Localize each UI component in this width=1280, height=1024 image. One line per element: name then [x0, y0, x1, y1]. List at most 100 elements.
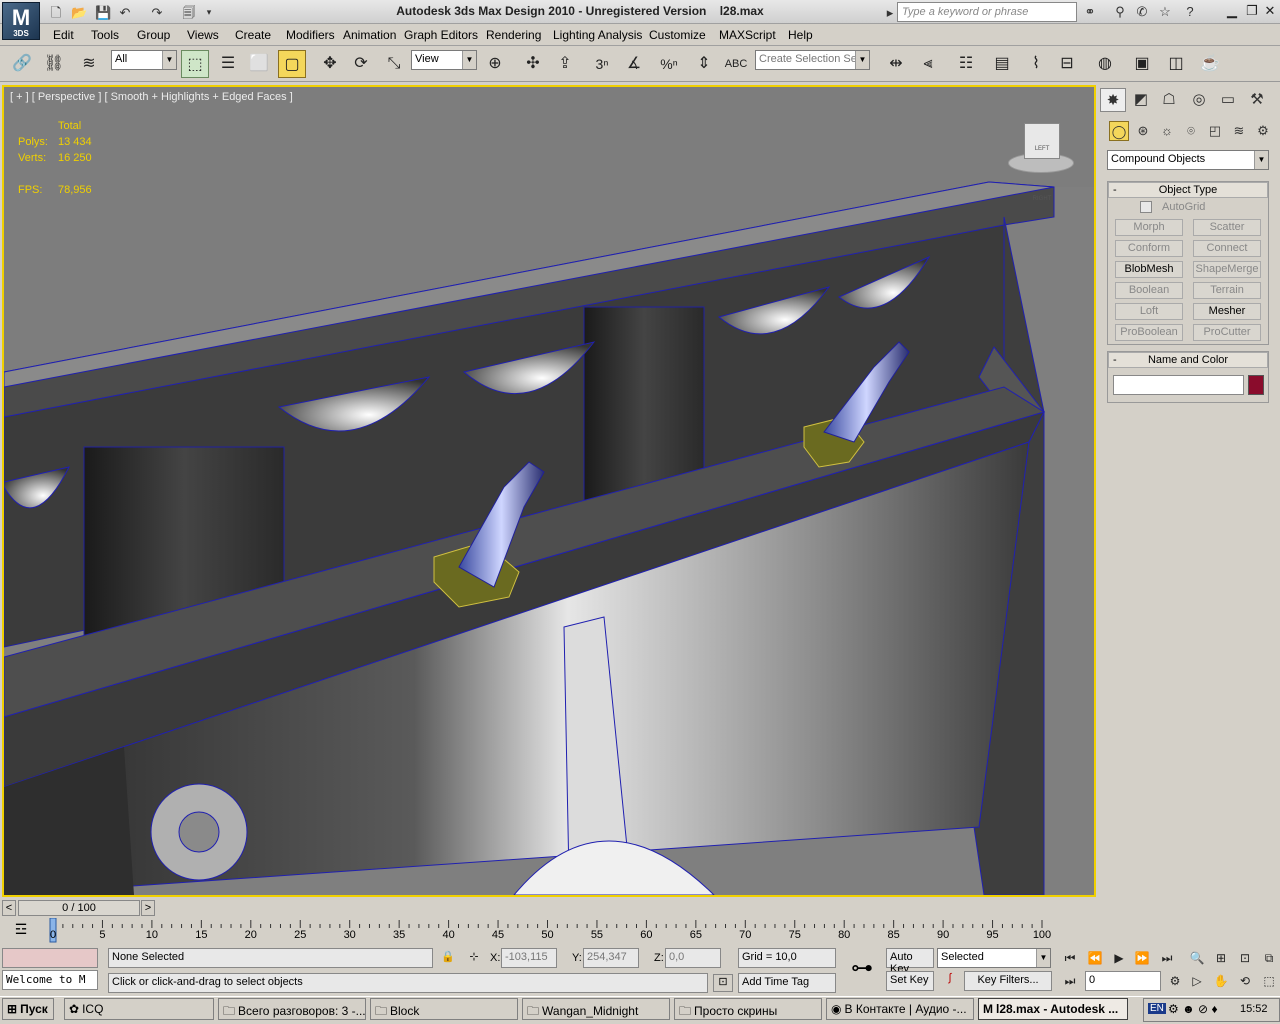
taskbar-item[interactable]: 🗀 Просто скрины	[674, 998, 822, 1020]
object-type-header[interactable]: - Object Type	[1108, 182, 1268, 198]
helpers-icon[interactable]: ◰	[1205, 121, 1225, 141]
key-mode-toggle-icon[interactable]: ⏭	[1059, 971, 1081, 991]
edit-named-selection-icon[interactable]: ABC	[722, 50, 750, 78]
close-icon[interactable]: ✕	[1260, 3, 1280, 21]
perspective-viewport[interactable]: [ + ] [ Perspective ] [ Smooth + Highlig…	[2, 85, 1096, 897]
viewcube[interactable]: LEFT RIGHT	[1006, 119, 1076, 202]
window-crossing-icon[interactable]: ▢	[278, 50, 306, 78]
taskbar-item[interactable]: Ml28.max - Autodesk ...	[978, 998, 1128, 1020]
select-by-name-icon[interactable]: ☰	[214, 50, 242, 78]
systems-icon[interactable]: ⚙	[1253, 121, 1273, 141]
keyboard-shortcut-override-icon[interactable]: ⇪	[551, 50, 579, 78]
undo-icon[interactable]: ↶	[116, 3, 134, 21]
play-icon[interactable]: ▶	[1108, 948, 1130, 968]
render-setup-icon[interactable]: ▣	[1128, 50, 1156, 78]
material-editor-icon[interactable]: ◍	[1091, 50, 1119, 78]
object-type-button-conform[interactable]: Conform	[1115, 240, 1183, 257]
layer-manager-icon[interactable]: ☷	[952, 50, 980, 78]
menu-customize[interactable]: Customize	[649, 28, 706, 42]
menu-tools[interactable]: Tools	[91, 28, 119, 42]
object-type-button-terrain[interactable]: Terrain	[1193, 282, 1261, 299]
binoculars-icon[interactable]: ⚭	[1080, 3, 1100, 21]
align-icon[interactable]: ⫷	[914, 50, 942, 78]
object-type-button-procutter[interactable]: ProCutter	[1193, 324, 1261, 341]
space-warps-icon[interactable]: ≋	[1229, 121, 1249, 141]
menu-help[interactable]: Help	[788, 28, 813, 42]
utilities-tab-icon[interactable]: ⚒	[1244, 88, 1270, 112]
taskbar-item[interactable]: ✿ ICQ	[64, 998, 214, 1020]
angle-snap-icon[interactable]: ∡	[620, 50, 648, 78]
object-color-swatch[interactable]	[1248, 375, 1264, 395]
x-coordinate-field[interactable]: -103,115	[501, 948, 557, 968]
geometry-icon[interactable]: ◯	[1109, 121, 1129, 141]
viewcube-right-face[interactable]: RIGHT	[1033, 196, 1052, 202]
set-key-icon[interactable]: ⊶	[845, 955, 879, 985]
zoom-extents-icon[interactable]: ⊡	[1234, 948, 1256, 968]
rendered-frame-window-icon[interactable]: ◫	[1162, 50, 1190, 78]
prev-key-icon[interactable]: ⏪	[1084, 948, 1106, 968]
help-icon[interactable]: ?	[1180, 3, 1200, 21]
prev-frame-arrow-icon[interactable]: <	[2, 900, 16, 916]
goto-start-icon[interactable]: ⏮	[1059, 948, 1081, 968]
graphite-ribbon-icon[interactable]: ▤	[988, 50, 1016, 78]
select-and-link-icon[interactable]: 🔗	[8, 50, 36, 78]
menu-group[interactable]: Group	[137, 28, 170, 42]
subscription-icon[interactable]: ⚲	[1110, 3, 1130, 21]
quick-access-dropdown-icon[interactable]: ▾	[200, 3, 218, 21]
menu-animation[interactable]: Animation	[343, 28, 396, 42]
search-arrow-icon[interactable]: ▸	[884, 3, 896, 21]
taskbar-item[interactable]: ◉ В Контакте | Аудио -...	[826, 998, 974, 1020]
bind-space-warp-icon[interactable]: ≋	[75, 50, 103, 78]
spinner-snap-icon[interactable]: ⇕	[690, 50, 718, 78]
zoom-icon[interactable]: 🔍	[1186, 948, 1208, 968]
pan-view-icon[interactable]: ✋	[1210, 971, 1232, 991]
redo-icon[interactable]: ↷	[148, 3, 166, 21]
taskbar-item[interactable]: 🗀 Всего разговоров: 3 -...	[218, 998, 366, 1020]
select-manipulate-icon[interactable]: ✣	[519, 50, 547, 78]
field-of-view-icon[interactable]: ▷	[1186, 971, 1208, 991]
name-and-color-header[interactable]: - Name and Color	[1108, 352, 1268, 368]
menu-rendering[interactable]: Rendering	[486, 28, 541, 42]
key-filters-button[interactable]: Key Filters...	[964, 971, 1052, 991]
hierarchy-tab-icon[interactable]: ☖	[1156, 88, 1182, 112]
reference-coordinate-dropdown[interactable]: View ▼	[411, 50, 477, 70]
cameras-icon[interactable]: ⌾	[1181, 121, 1201, 141]
select-object-icon[interactable]: ⬚	[181, 50, 209, 78]
scale-icon[interactable]: ⤡	[380, 50, 408, 78]
modify-tab-icon[interactable]: ◩	[1128, 88, 1154, 112]
pivot-center-icon[interactable]: ⊕	[481, 50, 509, 78]
search-input[interactable]: Type a keyword or phrase	[897, 2, 1077, 22]
minimize-icon[interactable]: ▁	[1222, 3, 1242, 21]
restore-icon[interactable]: ❐	[1242, 3, 1262, 21]
viewcube-left-face[interactable]: LEFT	[1035, 146, 1050, 152]
shapes-icon[interactable]: ⊛	[1133, 121, 1153, 141]
y-coordinate-field[interactable]: 254,347	[583, 948, 639, 968]
menu-edit[interactable]: Edit	[53, 28, 74, 42]
lights-icon[interactable]: ☼	[1157, 121, 1177, 141]
mini-curve-editor-icon[interactable]: ☲	[10, 921, 32, 939]
communication-icon[interactable]: ✆	[1132, 3, 1152, 21]
object-name-input[interactable]	[1113, 375, 1244, 395]
zoom-all-icon[interactable]: ⊞	[1210, 948, 1232, 968]
taskbar-item[interactable]: 🗀 Wangan_Midnight	[522, 998, 670, 1020]
curve-editor-icon[interactable]: ⌇	[1022, 50, 1050, 78]
autogrid-checkbox[interactable]	[1140, 201, 1152, 213]
percent-snap-icon[interactable]: %ⁿ	[655, 50, 683, 78]
current-frame-field[interactable]: 0	[1085, 971, 1161, 991]
orbit-icon[interactable]: ⟲	[1234, 971, 1256, 991]
time-configuration-icon[interactable]: ⚙	[1164, 971, 1186, 991]
save-icon[interactable]: 💾	[94, 3, 112, 21]
language-indicator[interactable]: EN	[1148, 1003, 1166, 1014]
object-type-button-mesher[interactable]: Mesher	[1193, 303, 1261, 320]
named-selection-set-dropdown[interactable]: Create Selection Se ▼	[755, 50, 870, 70]
object-type-button-loft[interactable]: Loft	[1115, 303, 1183, 320]
application-button[interactable]: M 3DS	[2, 2, 40, 40]
mirror-icon[interactable]: ⇹	[882, 50, 910, 78]
menu-modifiers[interactable]: Modifiers	[286, 28, 335, 42]
key-mode-dropdown[interactable]: Selected ▼	[937, 948, 1051, 968]
maxscript-listener-pink[interactable]	[2, 948, 98, 968]
start-button[interactable]: ⊞ Пуск	[2, 998, 54, 1020]
unlink-icon[interactable]: ⛓	[40, 50, 68, 78]
new-file-icon[interactable]: 🗋	[47, 3, 65, 21]
open-file-icon[interactable]: 📂	[70, 3, 88, 21]
